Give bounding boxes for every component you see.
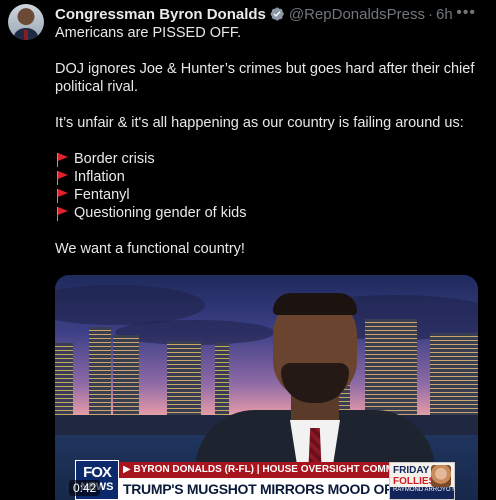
red-flag-icon [55, 152, 69, 167]
list-item: Inflation [55, 168, 485, 186]
list-item-label: Questioning gender of kids [74, 205, 247, 221]
author-name[interactable]: Congressman Byron Donalds [55, 6, 266, 23]
header-separator: · [428, 5, 433, 23]
author-handle[interactable]: @RepDonaldsPress [289, 6, 425, 23]
verified-badge-icon[interactable] [269, 6, 285, 22]
tweet: Congressman Byron Donalds @RepDonaldsPre… [0, 0, 496, 500]
red-flag-icon [55, 188, 69, 203]
promo-line2: FOLLIES [393, 476, 436, 487]
tweet-time[interactable]: 6h [436, 6, 453, 23]
tweet-text: Americans are PISSED OFF. DOJ ignores Jo… [55, 24, 485, 276]
red-flag-icon [55, 170, 69, 185]
news-chyron: FOX NEWS ▶ BYRON DONALDS (R-FL) | HOUSE … [55, 460, 478, 500]
tweet-line: DOJ ignores Joe & Hunter’s crimes but go… [55, 61, 475, 95]
list-item: Questioning gender of kids [55, 204, 485, 222]
list-item: Border crisis [55, 150, 485, 168]
tweet-header: Congressman Byron Donalds @RepDonaldsPre… [55, 4, 488, 24]
video-player[interactable]: FOX NEWS ▶ BYRON DONALDS (R-FL) | HOUSE … [55, 275, 478, 500]
list-item: Fentanyl [55, 186, 485, 204]
list-item-label: Border crisis [74, 151, 155, 167]
list-item-label: Inflation [74, 169, 125, 185]
promo-box: FRIDAY FOLLIES RAYMOND ARROYO MOMENTS AW… [389, 462, 455, 500]
promo-line3: RAYMOND ARROYO MOMENTS AWAY [390, 487, 454, 499]
red-flag-icon [55, 206, 69, 221]
author-avatar[interactable] [8, 4, 44, 40]
tweet-line: We want a functional country! [55, 241, 245, 257]
tweet-line: It’s unfair & it's all happening as our … [55, 115, 464, 131]
tweet-line: Americans are PISSED OFF. [55, 25, 242, 41]
promo-line1: FRIDAY [393, 465, 430, 476]
more-options-icon[interactable]: ••• [456, 4, 476, 22]
video-timestamp: 0:42 [69, 480, 101, 496]
avatar-tie [24, 30, 28, 40]
logo-top: FOX [83, 464, 112, 481]
promo-portrait [431, 465, 451, 487]
chyron-speaker-label: ▶ BYRON DONALDS (R-FL) | HOUSE OVERSIGHT… [119, 462, 389, 478]
chyron-headline: TRUMP'S MUGSHOT MIRRORS MOOD OF THE NATI… [119, 478, 389, 500]
issue-list: Border crisis Inflation Fentanyl Questio… [55, 150, 485, 222]
list-item-label: Fentanyl [74, 187, 130, 203]
